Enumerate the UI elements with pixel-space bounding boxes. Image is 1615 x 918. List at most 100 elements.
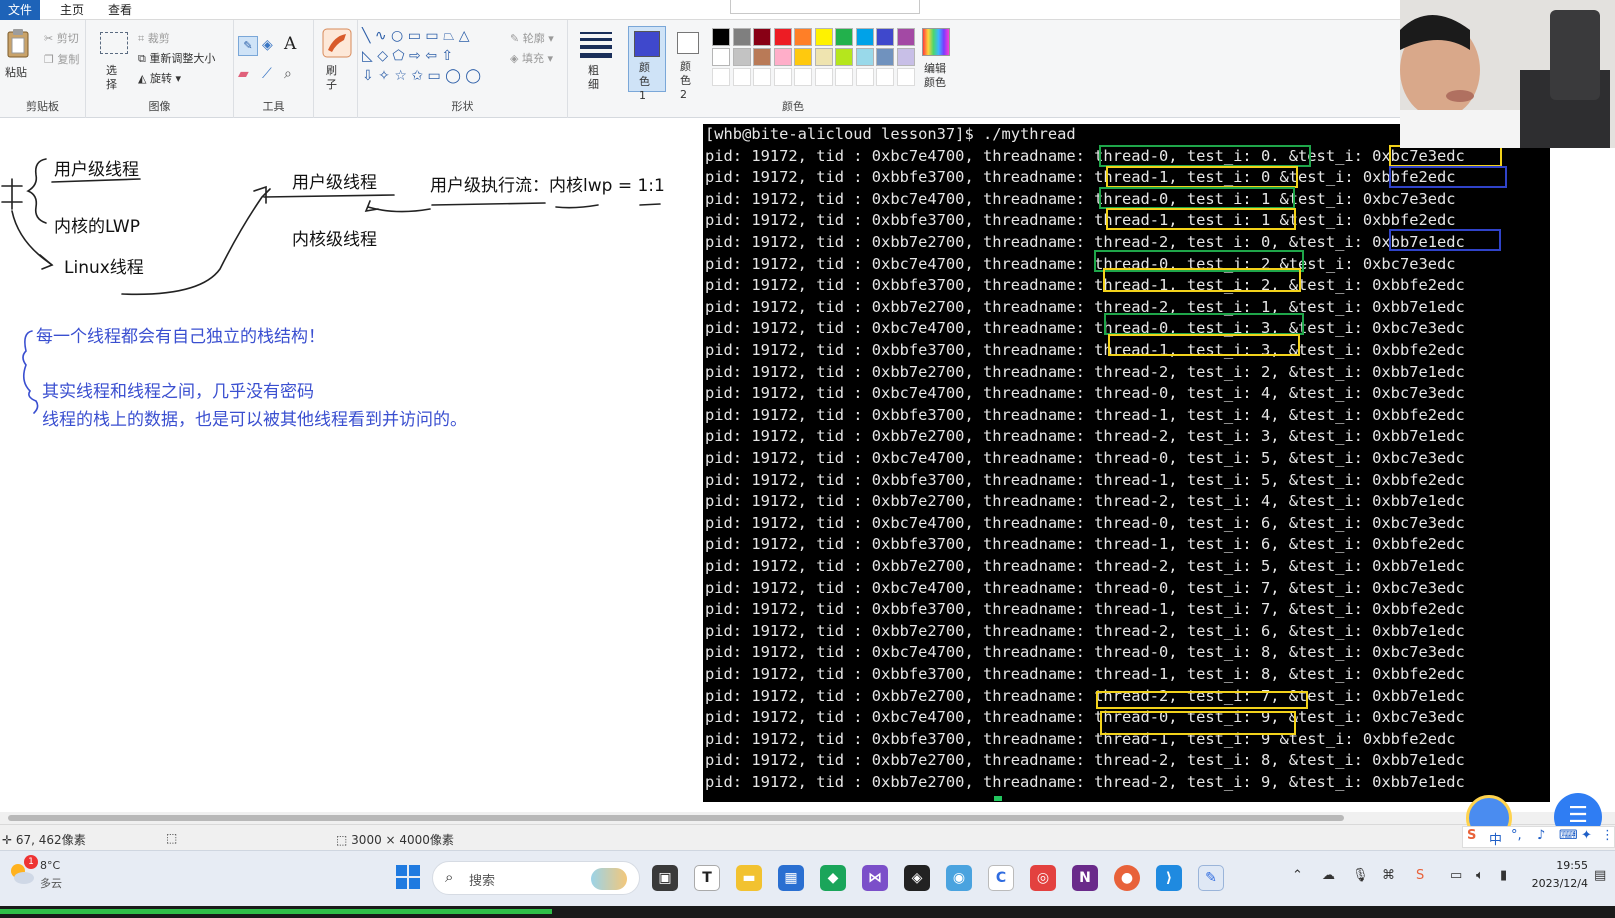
palette-swatch-empty[interactable] <box>814 68 833 86</box>
crop-button[interactable]: ⌗ 裁剪 <box>138 30 170 46</box>
notification-icon[interactable]: ▤ <box>1594 868 1606 883</box>
palette-swatch[interactable] <box>814 48 833 66</box>
keyboard-icon[interactable]: ⌨ <box>1559 828 1578 843</box>
palette-swatch-empty[interactable] <box>855 68 874 86</box>
shapes-gallery-row2[interactable]: ◺ ◇ ⬠ ⇨ ⇦ ⇧ <box>362 48 453 64</box>
paste-icon[interactable] <box>6 28 30 62</box>
edit-colors-icon[interactable] <box>922 28 950 56</box>
palette-swatch[interactable] <box>896 48 915 66</box>
taskbar-search[interactable]: ⌕ 搜索 <box>432 861 640 895</box>
clock-time[interactable]: 19:55 <box>1536 859 1588 872</box>
palette-swatch-empty[interactable] <box>712 68 730 86</box>
palette-swatch[interactable] <box>773 48 792 66</box>
palette-swatch[interactable] <box>712 28 730 46</box>
display-icon[interactable]: ▭ <box>1450 868 1462 883</box>
eraser-icon[interactable]: ▰ <box>238 66 249 82</box>
palette-swatch[interactable] <box>732 28 751 46</box>
git-icon[interactable]: ◆ <box>820 865 846 891</box>
magnifier-icon[interactable]: ⌕ <box>284 66 292 82</box>
tab-file[interactable]: 文件 <box>0 0 41 20</box>
palette-swatch[interactable] <box>794 28 812 46</box>
palette-swatch[interactable] <box>876 28 894 46</box>
visual-studio-icon[interactable]: ⋈ <box>862 865 888 891</box>
recording-progress-bar[interactable] <box>0 906 1615 918</box>
palette-swatch[interactable] <box>855 28 874 46</box>
select-button[interactable]: 选择 <box>106 64 122 92</box>
ime-toolbar[interactable]: S 中 °, ♪ ⌨ ✦ ⋮ <box>1462 826 1615 848</box>
palette-swatch[interactable] <box>753 48 771 66</box>
tab-home[interactable]: 主页 <box>52 0 92 20</box>
skin-icon[interactable]: ✦ <box>1581 828 1592 843</box>
rotate-button[interactable]: ◭ 旋转 ▾ <box>138 70 181 86</box>
color1-selector[interactable]: 颜色 1 <box>628 26 666 102</box>
terminal-window[interactable]: [whb@bite-alicloud lesson37]$ ./mythread… <box>703 124 1550 802</box>
fill-button[interactable]: ◈ 填充 ▾ <box>510 50 553 66</box>
windows-start-icon[interactable] <box>396 865 420 889</box>
file-explorer-icon[interactable]: ▬ <box>736 865 762 891</box>
palette-swatch-empty[interactable] <box>794 68 812 86</box>
vscode-icon[interactable]: ⟩ <box>1156 865 1182 891</box>
tab-view[interactable]: 查看 <box>100 0 140 20</box>
palette-swatch[interactable] <box>876 48 894 66</box>
typora-icon[interactable]: T <box>694 865 720 891</box>
palette-swatch[interactable] <box>773 28 792 46</box>
clock-date[interactable]: 2023/12/4 <box>1526 877 1588 890</box>
voice-input-icon[interactable]: ♪ <box>1537 828 1545 843</box>
color-picker-icon[interactable]: ⟋ <box>262 66 272 82</box>
netease-music-icon[interactable]: ◎ <box>1030 865 1056 891</box>
palette-swatch[interactable] <box>753 28 771 46</box>
palette-swatch[interactable] <box>896 28 915 46</box>
fill-bucket-icon[interactable]: ◈ <box>262 37 273 53</box>
palette-swatch-empty[interactable] <box>876 68 894 86</box>
sogou-icon[interactable]: S <box>1416 868 1424 883</box>
onenote-icon[interactable]: N <box>1072 865 1098 891</box>
weather-icon[interactable]: 1 <box>8 855 38 887</box>
tray-overflow-icon[interactable]: ⌃ <box>1292 868 1303 883</box>
task-view-icon[interactable]: ▣ <box>652 865 678 891</box>
shapes-gallery[interactable]: ╲ ∿ ○ ▭ ▭ ⏢ △ <box>362 28 470 44</box>
palette-swatch-empty[interactable] <box>732 68 751 86</box>
browser-icon[interactable]: C <box>988 865 1014 891</box>
color2-selector[interactable]: 颜色 2 <box>670 26 708 101</box>
copy-button[interactable]: ❐ 复制 <box>44 51 79 67</box>
volume-icon[interactable]: 🔈︎ <box>1476 868 1484 883</box>
resize-button[interactable]: ⧉ 重新调整大小 <box>138 50 215 66</box>
ime-more-icon[interactable]: ⋮ <box>1601 828 1614 843</box>
microphone-icon[interactable]: 🎙︎ <box>1352 868 1369 883</box>
canvas-hscrollbar[interactable] <box>0 812 1615 824</box>
battery-icon[interactable]: ▮ <box>1500 868 1507 883</box>
shapes-gallery-row3[interactable]: ⇩ ✧ ☆ ✩ ▭ ◯ ◯ <box>362 68 481 84</box>
palette-swatch-empty[interactable] <box>773 68 792 86</box>
ime-mode[interactable]: 中 <box>1489 829 1502 848</box>
remote-desktop-icon[interactable]: ◉ <box>946 865 972 891</box>
recorder-icon[interactable]: ● <box>1114 865 1140 891</box>
palette-swatch-empty[interactable] <box>896 68 915 86</box>
paint-icon[interactable]: ✎ <box>1198 865 1224 891</box>
palette-swatch[interactable] <box>855 48 874 66</box>
edit-colors-button[interactable]: 编辑颜色 <box>920 62 950 90</box>
palette-swatch[interactable] <box>732 48 751 66</box>
cut-button[interactable]: ✂ 剪切 <box>44 30 79 46</box>
brush-icon[interactable] <box>322 28 352 62</box>
palette-swatch-empty[interactable] <box>835 68 853 86</box>
size-button[interactable]: 粗细 <box>588 64 604 92</box>
palette-swatch[interactable] <box>835 48 853 66</box>
hscrollbar-thumb[interactable] <box>8 815 1344 821</box>
palette-swatch[interactable] <box>794 48 812 66</box>
palette-swatch-empty[interactable] <box>753 68 771 86</box>
palette-swatch[interactable] <box>814 28 833 46</box>
store-icon[interactable]: ▦ <box>778 865 804 891</box>
palette-swatch[interactable] <box>712 48 730 66</box>
brushes-button[interactable]: 刷子 <box>326 64 342 92</box>
palette-swatch[interactable] <box>835 28 853 46</box>
line-size-icon[interactable] <box>580 30 612 62</box>
text-tool-icon[interactable]: A <box>284 34 296 54</box>
paste-button[interactable]: 粘贴 <box>5 64 27 80</box>
outline-button[interactable]: ✎ 轮廓 ▾ <box>510 30 554 46</box>
unity-icon[interactable]: ◈ <box>904 865 930 891</box>
cloud-icon[interactable]: ☁ <box>1322 868 1335 883</box>
select-icon[interactable] <box>100 32 128 54</box>
pencil-icon[interactable]: ✎ <box>238 36 258 56</box>
punctuation-icon[interactable]: °, <box>1511 828 1522 843</box>
network-icon[interactable]: ⌘ <box>1382 868 1395 883</box>
